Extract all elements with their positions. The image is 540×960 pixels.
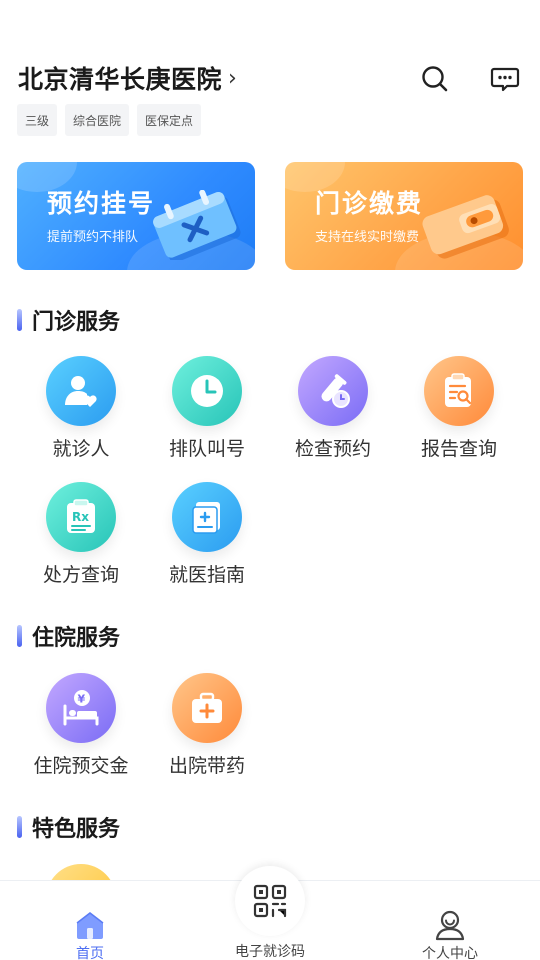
service-label: 就诊人: [52, 438, 110, 460]
service-exam-booking[interactable]: 检查预约: [278, 356, 388, 461]
guide-book-icon: [172, 482, 242, 552]
inpatient-section-title: 住院服务: [17, 620, 120, 652]
deposit-bed-icon: ¥: [46, 673, 116, 743]
hospital-name: 北京清华长庚医院: [18, 65, 223, 94]
medicine-kit-icon: [172, 673, 242, 743]
hospital-selector[interactable]: 北京清华长庚医院 ›: [18, 60, 237, 96]
service-report-query[interactable]: 报告查询: [404, 356, 514, 461]
featured-section-title: 特色服务: [17, 811, 120, 843]
prescription-icon: Rx: [46, 482, 116, 552]
svg-text:Rx: Rx: [72, 510, 89, 524]
service-queue[interactable]: 排队叫号: [152, 356, 262, 461]
tag-type: 综合医院: [65, 104, 130, 136]
service-label: 就医指南: [168, 564, 245, 586]
service-label: 出院带药: [168, 755, 245, 777]
search-icon[interactable]: [418, 62, 452, 96]
appointment-title: 预约挂号: [47, 189, 156, 218]
service-prescription[interactable]: Rx 处方查询: [26, 482, 136, 587]
tab-qr-label[interactable]: 电子就诊码: [210, 941, 330, 960]
tab-profile-label: 个人中心: [422, 946, 478, 960]
service-label: 处方查询: [42, 564, 119, 586]
patient-icon: [46, 356, 116, 426]
appointment-banner[interactable]: 预约挂号 提前预约不排队: [17, 162, 255, 270]
message-icon[interactable]: [488, 62, 522, 96]
test-tube-icon: [298, 356, 368, 426]
service-label: 排队叫号: [168, 438, 245, 460]
home-icon: [30, 903, 150, 941]
service-inpatient-deposit[interactable]: ¥ 住院预交金: [26, 673, 136, 778]
wallet-icon: [415, 190, 515, 264]
tag-level: 三级: [17, 104, 58, 136]
calendar-icon: [147, 189, 247, 264]
tab-profile[interactable]: 个人中心: [390, 881, 510, 960]
outpatient-section-title: 门诊服务: [17, 304, 120, 336]
tab-home-label: 首页: [76, 946, 104, 960]
service-guide[interactable]: 就医指南: [152, 482, 262, 587]
user-icon: [390, 903, 510, 941]
payment-title: 门诊缴费: [315, 189, 424, 218]
qr-code-icon: [253, 884, 287, 918]
hospital-tags: 三级 综合医院 医保定点: [17, 104, 202, 136]
chevron-right-icon: ›: [228, 65, 238, 91]
payment-banner[interactable]: 门诊缴费 支持在线实时缴费: [285, 162, 523, 270]
service-patient[interactable]: 就诊人: [26, 356, 136, 461]
service-label: 报告查询: [420, 438, 497, 460]
qr-code-button[interactable]: [235, 866, 305, 936]
tag-insurance: 医保定点: [137, 104, 202, 136]
service-discharge-medicine[interactable]: 出院带药: [152, 673, 262, 778]
header: 北京清华长庚医院 ›: [18, 60, 522, 100]
service-label: 检查预约: [294, 438, 371, 460]
report-search-icon: [424, 356, 494, 426]
tab-home[interactable]: 首页: [30, 881, 150, 960]
service-label: 住院预交金: [33, 755, 129, 777]
svg-text:¥: ¥: [78, 693, 86, 706]
appointment-subtitle: 提前预约不排队: [47, 230, 139, 245]
clock-icon: [172, 356, 242, 426]
payment-subtitle: 支持在线实时缴费: [315, 230, 420, 245]
